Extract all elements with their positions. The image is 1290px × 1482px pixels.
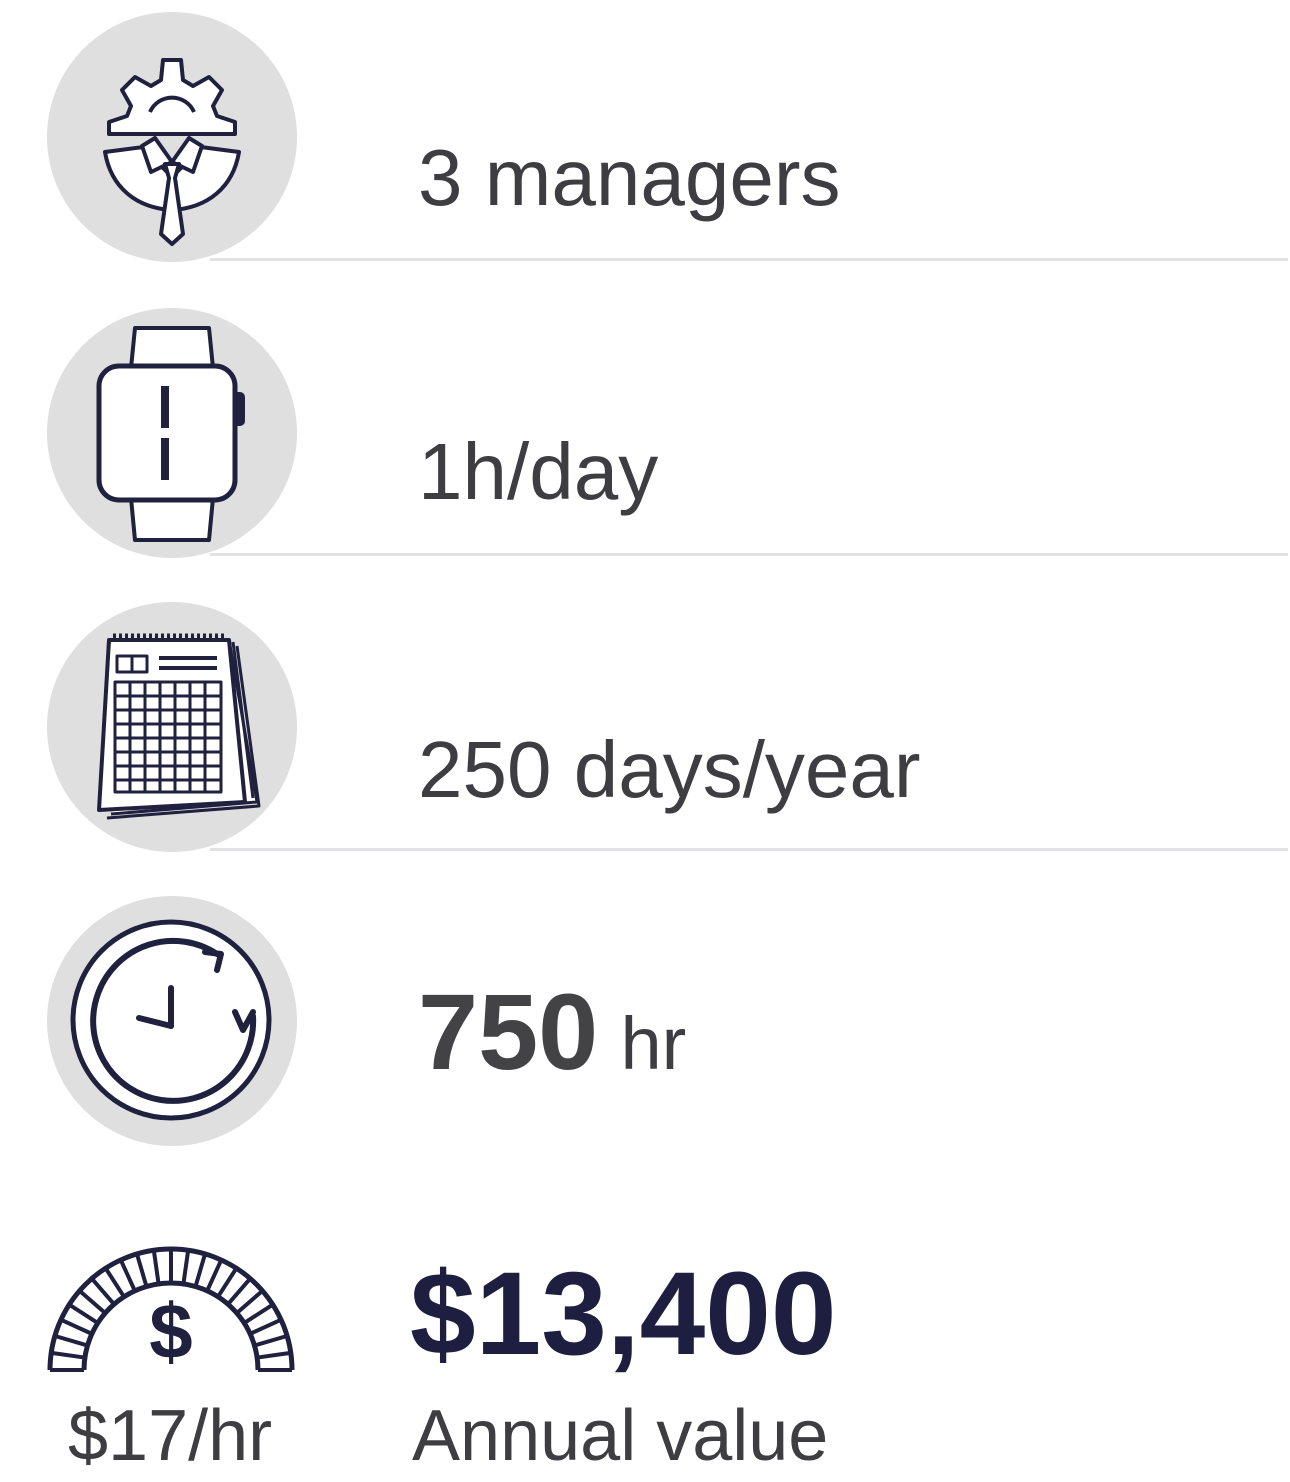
total-hours-value: 750 <box>418 971 599 1092</box>
gauge-tick <box>227 1278 251 1305</box>
gauge-tick <box>119 1260 136 1290</box>
gauge-tick <box>255 1334 286 1347</box>
gauge-tick <box>217 1268 237 1297</box>
smartwatch-icon <box>47 308 297 558</box>
gauge-tick <box>194 1255 207 1286</box>
gauge-tick <box>105 1268 125 1297</box>
divider <box>210 258 1288 261</box>
hourly-rate: $17/hr <box>68 1396 273 1476</box>
divider <box>210 848 1288 851</box>
gauge-tick <box>61 1318 91 1335</box>
clock-refresh-icon <box>47 896 297 1146</box>
calendar-icon <box>47 602 297 852</box>
divider <box>210 553 1288 556</box>
gear-manager-icon <box>47 12 297 262</box>
hours-per-day: 1h/day <box>418 427 659 516</box>
annual-value-label: Annual value <box>412 1396 829 1476</box>
total-hours: 750 hr <box>418 978 686 1086</box>
gauge-tick <box>251 1318 281 1335</box>
svg-text:$: $ <box>149 1287 192 1375</box>
gauge-tick <box>206 1260 223 1290</box>
gauge-tick <box>236 1290 263 1314</box>
gauge-tick <box>135 1255 148 1286</box>
gauge-tick <box>244 1304 273 1324</box>
managers-count: 3 managers <box>418 133 841 222</box>
gauge-tick <box>258 1351 290 1360</box>
gauge-tick <box>91 1278 115 1305</box>
gauge-tick <box>181 1251 190 1283</box>
gauge-tick <box>152 1251 161 1283</box>
gauge-tick <box>69 1304 98 1324</box>
gauge-tick <box>79 1290 106 1314</box>
total-hours-unit: hr <box>620 1002 687 1085</box>
gauge-tick <box>56 1334 87 1347</box>
annual-value: $13,400 <box>410 1248 837 1380</box>
gauge-tick <box>52 1351 84 1360</box>
days-per-year: 250 days/year <box>418 725 921 814</box>
dollar-gauge-icon: $ <box>47 1246 295 1375</box>
